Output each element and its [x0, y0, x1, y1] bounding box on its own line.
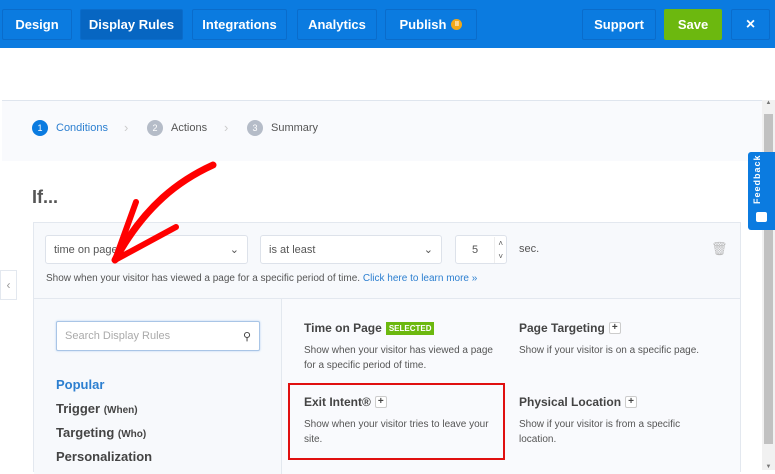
card-title: Page Targeting: [519, 321, 605, 335]
category-sub: (When): [103, 405, 138, 416]
tab-design[interactable]: Design: [2, 9, 72, 40]
plus-icon[interactable]: +: [625, 396, 638, 408]
step-label: Conditions: [56, 122, 108, 134]
close-icon: ×: [745, 15, 756, 33]
search-icon: ⚲: [242, 330, 251, 343]
feedback-label: Feedback: [752, 154, 762, 204]
category-personalization[interactable]: Personalization: [56, 449, 152, 464]
category-popular[interactable]: Popular: [56, 377, 104, 392]
tab-label: Display Rules: [88, 17, 175, 32]
selected-badge: SELECTED: [385, 321, 435, 335]
tab-integrations[interactable]: Integrations: [192, 9, 287, 40]
step-conditions[interactable]: 1 Conditions: [32, 120, 108, 136]
category-label: Trigger: [56, 401, 101, 416]
support-button[interactable]: Support: [582, 9, 656, 40]
rule-card-page-targeting[interactable]: Page Targeting + Show if your visitor is o…: [519, 321, 719, 358]
learn-more-link[interactable]: Click here to learn more »: [363, 273, 478, 284]
tab-label: Analytics: [308, 17, 366, 32]
description-text: Show when your visitor has viewed a page…: [46, 273, 361, 284]
card-title: Physical Location: [519, 395, 622, 409]
button-label: Support: [594, 17, 644, 32]
tab-display-rules[interactable]: Display Rules: [80, 9, 183, 40]
rules-sidebar: Search Display Rules ⚲ Popular Trigger (W…: [34, 299, 282, 474]
category-label: Targeting: [56, 425, 115, 440]
feedback-tab[interactable]: Feedback: [748, 152, 775, 230]
category-sub: (Who): [117, 429, 147, 440]
card-description: Show if your visitor is on a specific pa…: [519, 345, 700, 356]
scroll-down-icon[interactable]: ▼: [762, 464, 775, 470]
feedback-face-icon: [756, 212, 767, 222]
top-nav: Design Display Rules Integrations Analyt…: [0, 0, 775, 48]
rule-card-time-on-page[interactable]: Time on Page SELECTED Show when your visit…: [304, 321, 504, 373]
category-trigger[interactable]: Trigger (When): [56, 401, 138, 416]
category-targeting[interactable]: Targeting (Who): [56, 425, 146, 440]
card-description: Show when your visitor has viewed a page…: [304, 345, 493, 371]
card-title: Time on Page: [304, 321, 382, 335]
step-summary[interactable]: 3 Summary: [247, 120, 318, 136]
plus-icon[interactable]: +: [608, 322, 621, 334]
card-description: Show if your visitor is from a specific …: [519, 419, 681, 445]
close-button[interactable]: ×: [731, 9, 770, 40]
step-actions[interactable]: 2 Actions: [147, 120, 207, 136]
select-value: is at least: [269, 243, 316, 256]
tab-label: Design: [15, 17, 59, 32]
chevron-left-icon: ‹: [6, 278, 11, 292]
category-label: Popular: [56, 377, 105, 392]
operator-select[interactable]: is at least ⌄: [260, 235, 442, 264]
collapse-left-button[interactable]: ‹: [0, 270, 17, 300]
step-number: 3: [247, 120, 263, 136]
tab-publish[interactable]: Publish II: [385, 9, 477, 40]
category-label: Personalization: [56, 449, 153, 464]
chevron-down-icon: ⌄: [423, 244, 433, 256]
chevron-right-icon: ›: [224, 120, 229, 135]
rule-description: Show when your visitor has viewed a page…: [46, 273, 477, 284]
section-heading: If...: [32, 187, 58, 207]
step-number: 2: [147, 120, 163, 136]
search-input[interactable]: Search Display Rules ⚲: [56, 321, 260, 351]
step-label: Summary: [271, 122, 319, 134]
tab-label: Integrations: [202, 17, 277, 32]
button-label: Save: [677, 17, 709, 32]
search-placeholder: Search Display Rules: [65, 330, 171, 342]
chevron-down-icon: ⌄: [229, 244, 239, 256]
stepper: 1 Conditions › 2 Actions › 3 Summary: [2, 101, 762, 161]
tab-label: Publish: [399, 17, 447, 32]
trash-icon[interactable]: 🗑: [711, 241, 728, 257]
tab-analytics[interactable]: Analytics: [297, 9, 377, 40]
annotation-arrow-icon: [111, 161, 217, 264]
stepper-arrows-icon[interactable]: ˄ ˅: [494, 236, 506, 263]
scroll-up-icon[interactable]: ▲: [762, 100, 775, 106]
save-button[interactable]: Save: [664, 9, 722, 40]
unit-label: sec.: [519, 243, 540, 255]
rule-card-physical-location[interactable]: Physical Location + Show if your visitor i…: [519, 395, 719, 447]
chevron-right-icon: ›: [124, 120, 129, 135]
step-label: Actions: [171, 122, 208, 134]
step-number: 1: [32, 120, 48, 136]
stepper-value: 5: [472, 243, 479, 256]
exit-intent-highlight-box: [288, 383, 505, 460]
pause-icon: II: [451, 19, 463, 30]
seconds-stepper[interactable]: 5 ˄ ˅: [455, 235, 507, 264]
